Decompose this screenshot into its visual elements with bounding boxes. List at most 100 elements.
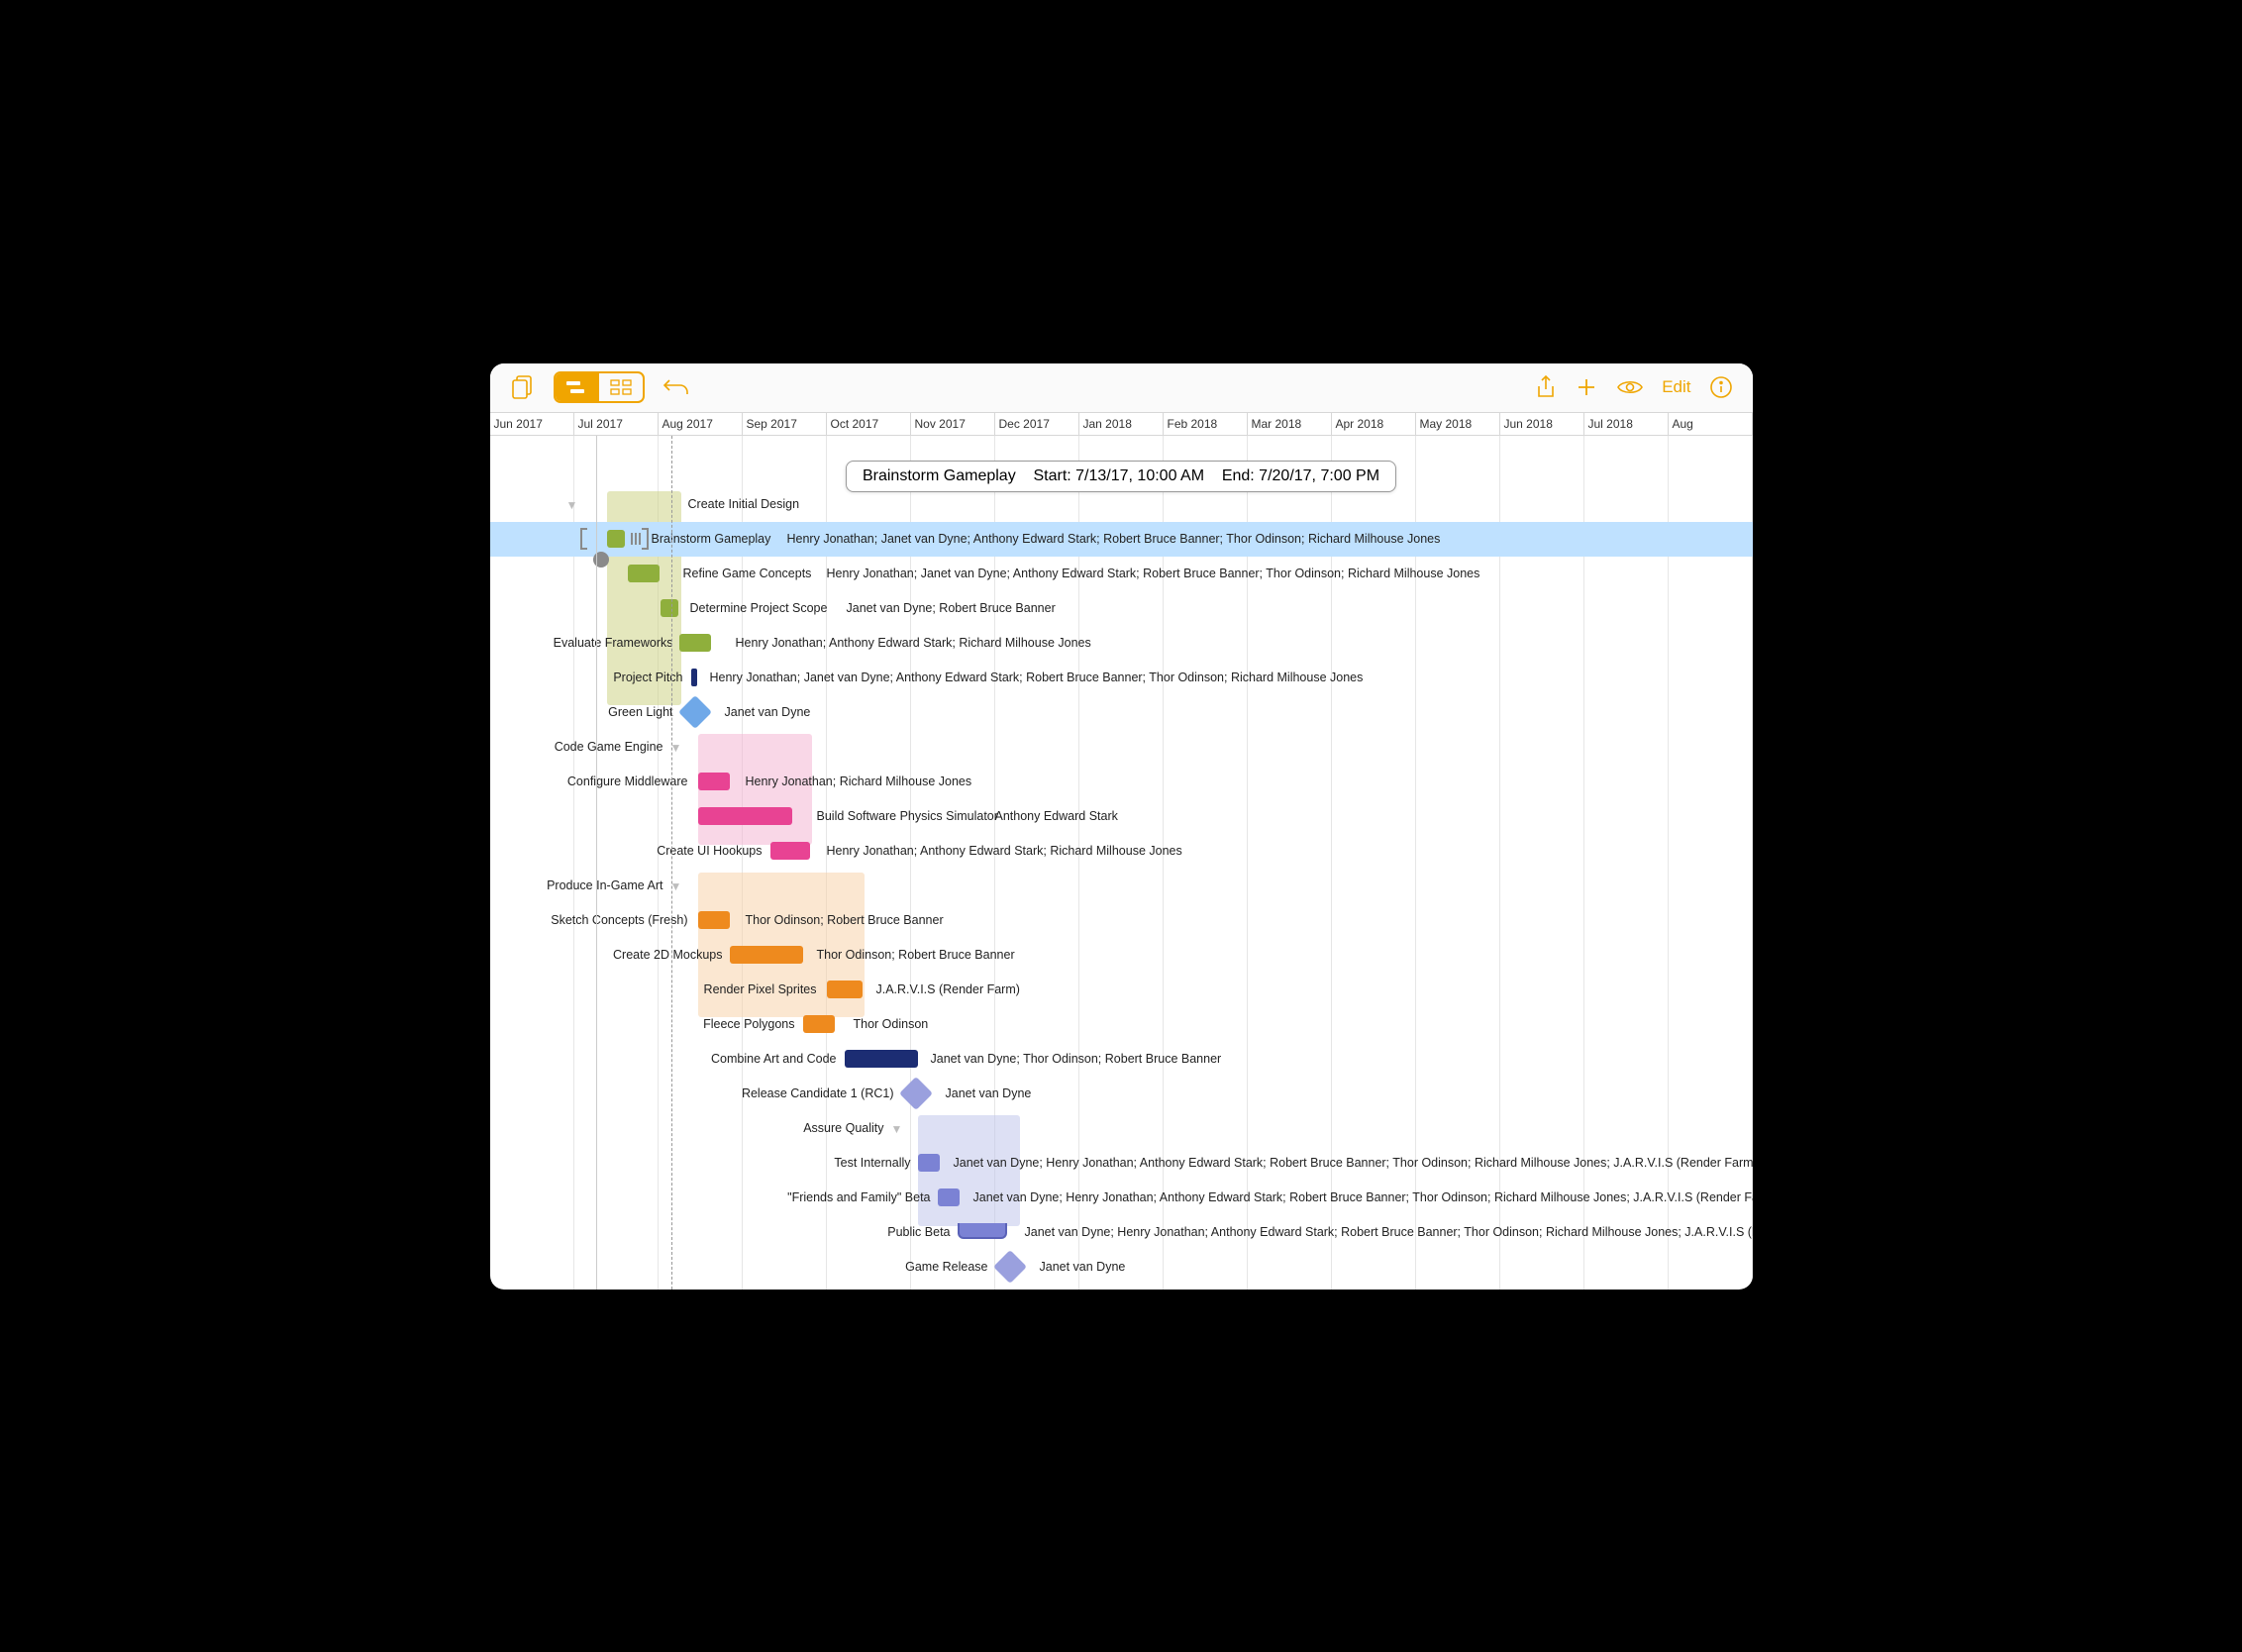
info-icon[interactable] (1709, 375, 1733, 399)
task-label: Public Beta (887, 1225, 950, 1239)
list-view-button[interactable] (599, 373, 643, 401)
task-row[interactable]: Determine Project Scope Janet van Dyne; … (490, 591, 1753, 626)
task-assignees: Henry Jonathan; Anthony Edward Stark; Ri… (827, 844, 1182, 858)
eye-icon[interactable] (1616, 377, 1644, 397)
month-col: Feb 2018 (1164, 413, 1248, 435)
task-row[interactable]: Sketch Concepts (Fresh) Thor Odinson; Ro… (490, 903, 1753, 938)
task-label: Render Pixel Sprites (704, 982, 817, 996)
edit-button[interactable]: Edit (1662, 377, 1690, 397)
share-icon[interactable] (1535, 374, 1557, 400)
task-assignees: Henry Jonathan; Janet van Dyne; Anthony … (787, 532, 1441, 546)
task-bar[interactable] (628, 565, 660, 582)
milestone-diamond[interactable] (678, 695, 712, 729)
documents-icon[interactable] (510, 374, 536, 400)
view-mode-toggle[interactable] (554, 371, 645, 403)
disclosure-icon[interactable]: ▼ (566, 498, 578, 512)
task-row[interactable]: Game Release Janet van Dyne (490, 1250, 1753, 1285)
task-row[interactable]: Render Pixel Sprites J.A.R.V.I.S (Render… (490, 973, 1753, 1007)
task-bar[interactable] (679, 634, 711, 652)
task-label: Combine Art and Code (711, 1052, 836, 1066)
month-col: Apr 2018 (1332, 413, 1416, 435)
task-bar[interactable] (938, 1188, 960, 1206)
milestone-diamond[interactable] (899, 1077, 933, 1110)
task-row[interactable]: Evaluate Frameworks Henry Jonathan; Anth… (490, 626, 1753, 661)
task-row[interactable]: Release Candidate 1 (RC1) Janet van Dyne (490, 1077, 1753, 1111)
task-row[interactable]: Build Software Physics Simulator Anthony… (490, 799, 1753, 834)
month-col: Dec 2017 (995, 413, 1079, 435)
month-col: Aug (1669, 413, 1753, 435)
task-label: Evaluate Frameworks (554, 636, 673, 650)
task-bar[interactable] (607, 530, 625, 548)
milestone-diamond[interactable] (993, 1250, 1027, 1284)
task-bar[interactable] (698, 773, 730, 790)
toolbar: Edit (490, 363, 1753, 413)
task-bar[interactable] (827, 981, 863, 998)
task-bar[interactable] (691, 669, 697, 686)
task-label: Create UI Hookups (657, 844, 762, 858)
task-bar[interactable] (803, 1015, 835, 1033)
selection-grip[interactable] (629, 532, 643, 546)
task-label: Green Light (608, 705, 672, 719)
task-label: Produce In-Game Art (547, 878, 662, 892)
month-col: Aug 2017 (659, 413, 743, 435)
task-row[interactable]: Refine Game Concepts Henry Jonathan; Jan… (490, 557, 1753, 591)
task-row[interactable]: Code Game Engine ▼ (490, 730, 1753, 765)
add-icon[interactable] (1575, 375, 1598, 399)
selection-start-handle[interactable] (580, 528, 587, 550)
timeline-header: Jun 2017 Jul 2017 Aug 2017 Sep 2017 Oct … (490, 413, 1753, 436)
task-row[interactable]: Combine Art and Code Janet van Dyne; Tho… (490, 1042, 1753, 1077)
task-assignees: Janet van Dyne (946, 1086, 1032, 1100)
task-bar-hammock[interactable] (958, 1223, 1007, 1239)
task-bar[interactable] (698, 911, 730, 929)
month-col: Mar 2018 (1248, 413, 1332, 435)
task-assignees: Janet van Dyne; Robert Bruce Banner (847, 601, 1056, 615)
selection-end-handle[interactable] (642, 528, 649, 550)
month-col: Jan 2018 (1079, 413, 1164, 435)
task-row-selected[interactable]: Brainstorm Gameplay Henry Jonathan; Jane… (490, 522, 1753, 557)
task-row[interactable]: Project Pitch Henry Jonathan; Janet van … (490, 661, 1753, 695)
task-label: Create Initial Design (688, 497, 800, 511)
task-bar[interactable] (661, 599, 678, 617)
month-col: May 2018 (1416, 413, 1500, 435)
task-bar[interactable] (698, 807, 792, 825)
task-row[interactable]: Produce In-Game Art ▼ (490, 869, 1753, 903)
month-col: Nov 2017 (911, 413, 995, 435)
task-row[interactable]: Fleece Polygons Thor Odinson (490, 1007, 1753, 1042)
gantt-view-button[interactable] (556, 373, 599, 401)
task-label: "Friends and Family" Beta (787, 1190, 930, 1204)
task-assignees: J.A.R.V.I.S (Render Farm) (876, 982, 1020, 996)
task-assignees: Henry Jonathan; Anthony Edward Stark; Ri… (736, 636, 1091, 650)
task-row[interactable]: Assure Quality ▼ (490, 1111, 1753, 1146)
task-bar[interactable] (845, 1050, 918, 1068)
task-row[interactable]: Create 2D Mockups Thor Odinson; Robert B… (490, 938, 1753, 973)
tooltip-start: Start: 7/13/17, 10:00 AM (1033, 467, 1204, 484)
task-label: Configure Middleware (567, 774, 688, 788)
task-label: Fleece Polygons (703, 1017, 794, 1031)
task-assignees: Henry Jonathan; Janet van Dyne; Anthony … (827, 567, 1480, 580)
task-assignees: Janet van Dyne; Henry Jonathan; Anthony … (973, 1190, 1753, 1204)
task-bar[interactable] (770, 842, 810, 860)
task-row[interactable]: ▼ Create Initial Design (490, 487, 1753, 522)
task-bar[interactable] (918, 1154, 940, 1172)
task-row[interactable]: Test Internally Janet van Dyne; Henry Jo… (490, 1146, 1753, 1181)
tooltip-title: Brainstorm Gameplay (863, 467, 1016, 484)
month-col: Jul 2017 (574, 413, 659, 435)
task-label: Release Candidate 1 (RC1) (742, 1086, 894, 1100)
task-row[interactable]: "Friends and Family" Beta Janet van Dyne… (490, 1181, 1753, 1215)
constraint-marker (596, 436, 597, 1290)
task-bar[interactable] (730, 946, 803, 964)
task-label: Brainstorm Gameplay (652, 532, 771, 546)
task-row[interactable]: Public Beta Janet van Dyne; Henry Jonath… (490, 1215, 1753, 1250)
task-assignees: Janet van Dyne; Thor Odinson; Robert Bru… (931, 1052, 1222, 1066)
task-row[interactable]: Configure Middleware Henry Jonathan; Ric… (490, 765, 1753, 799)
month-col: Jul 2018 (1584, 413, 1669, 435)
task-label: Build Software Physics Simulator (817, 809, 998, 823)
undo-icon[interactable] (662, 376, 690, 398)
today-marker (671, 436, 672, 1290)
gantt-chart[interactable]: Brainstorm Gameplay Start: 7/13/17, 10:0… (490, 436, 1753, 1290)
month-col: Oct 2017 (827, 413, 911, 435)
disclosure-icon[interactable]: ▼ (891, 1122, 903, 1136)
task-label: Refine Game Concepts (683, 567, 812, 580)
task-row[interactable]: Green Light Janet van Dyne (490, 695, 1753, 730)
task-row[interactable]: Create UI Hookups Henry Jonathan; Anthon… (490, 834, 1753, 869)
